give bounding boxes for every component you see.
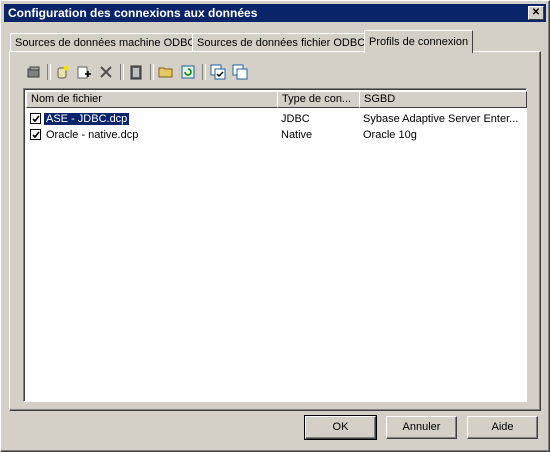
row-filename: ASE - JDBC.dcp bbox=[44, 112, 130, 126]
column-header-dbms[interactable]: SGBD bbox=[359, 91, 527, 108]
row-checkbox[interactable] bbox=[30, 113, 41, 124]
refresh-icon[interactable] bbox=[178, 62, 198, 82]
row-type: JDBC bbox=[281, 113, 310, 125]
toolbar-separator bbox=[202, 64, 206, 80]
list-header: Nom de fichier Type de con... SGBD bbox=[26, 91, 527, 108]
row-dbms: Oracle 10g bbox=[363, 129, 417, 141]
uncheck-all-icon[interactable] bbox=[230, 62, 250, 82]
row-filename: Oracle - native.dcp bbox=[46, 129, 139, 141]
close-button[interactable]: ✕ bbox=[528, 6, 544, 20]
title-bar[interactable]: Configuration des connexions aux données… bbox=[4, 4, 546, 22]
row-dbms: Sybase Adaptive Server Enter... bbox=[363, 113, 519, 125]
profiles-list[interactable]: Nom de fichier Type de con... SGBD ASE -… bbox=[23, 88, 527, 402]
column-header-type[interactable]: Type de con... bbox=[277, 91, 360, 108]
open-folder-icon[interactable] bbox=[156, 62, 176, 82]
toolbar-separator bbox=[150, 64, 154, 80]
clipboard-icon[interactable] bbox=[126, 62, 146, 82]
table-row[interactable]: ASE - JDBC.dcp JDBC Sybase Adaptive Serv… bbox=[26, 111, 524, 127]
close-icon[interactable]: ✕ bbox=[532, 7, 540, 18]
toolbar-separator bbox=[47, 64, 51, 80]
delete-icon[interactable] bbox=[96, 62, 116, 82]
properties-icon[interactable] bbox=[24, 62, 44, 82]
ok-button[interactable]: OK bbox=[304, 415, 377, 440]
row-checkbox[interactable] bbox=[30, 129, 41, 140]
check-all-icon[interactable] bbox=[208, 62, 228, 82]
table-row[interactable]: Oracle - native.dcp Native Oracle 10g bbox=[26, 127, 524, 143]
add-profile-icon[interactable] bbox=[74, 62, 94, 82]
tab-connection-profiles[interactable]: Profils de connexion bbox=[364, 30, 474, 53]
toolbar-separator bbox=[120, 64, 124, 80]
tab-odbc-file[interactable]: Sources de données fichier ODBC bbox=[192, 33, 371, 52]
new-profile-icon[interactable] bbox=[52, 62, 72, 82]
window-title: Configuration des connexions aux données bbox=[8, 6, 258, 20]
help-button[interactable]: Aide bbox=[467, 416, 538, 439]
column-header-filename[interactable]: Nom de fichier bbox=[26, 91, 278, 108]
tab-odbc-machine[interactable]: Sources de données machine ODBC bbox=[10, 33, 201, 52]
row-type: Native bbox=[281, 129, 313, 141]
cancel-button[interactable]: Annuler bbox=[386, 416, 457, 439]
tab-panel-connection-profiles: Nom de fichier Type de con... SGBD ASE -… bbox=[9, 51, 541, 411]
